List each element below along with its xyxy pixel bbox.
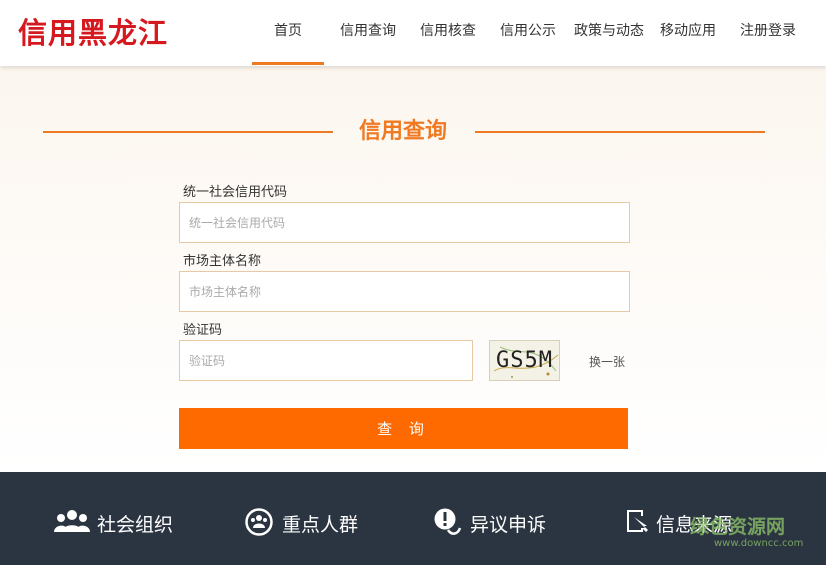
group-icon: [54, 510, 90, 532]
watermark-text: 绿色资源网: [690, 516, 786, 538]
credit-code-label: 统一社会信用代码: [183, 185, 288, 200]
footer-label: 社会组织: [97, 514, 174, 536]
watermark-url: www.downcc.com: [714, 538, 804, 549]
nav-item-credit-check[interactable]: 信用核查: [420, 20, 476, 40]
captcha-code: GS5M: [496, 348, 553, 373]
captcha-label: 验证码: [183, 323, 223, 338]
feedback-icon: [434, 508, 462, 535]
query-submit-button[interactable]: 查 询: [179, 408, 628, 449]
captcha-input[interactable]: [179, 340, 473, 381]
nav-item-mobile-apps[interactable]: 移动应用: [660, 20, 716, 40]
entity-name-input[interactable]: [179, 271, 630, 312]
site-header: 信用黑龙江 首页 信用查询 信用核查 信用公示 政策与动态 移动应用 注册登录: [0, 0, 826, 66]
nav-item-policy-news[interactable]: 政策与动态: [574, 20, 644, 40]
entity-name-label: 市场主体名称: [183, 254, 262, 269]
section-title: 信用查询: [358, 119, 447, 144]
nav-item-home[interactable]: 首页: [274, 20, 302, 40]
nav-item-credit-publicity[interactable]: 信用公示: [500, 20, 556, 40]
nav-item-credit-query[interactable]: 信用查询: [340, 20, 396, 40]
title-divider-left: [43, 131, 333, 133]
credit-code-input[interactable]: [179, 202, 630, 243]
site-logo[interactable]: 信用黑龙江: [18, 10, 168, 52]
refresh-captcha-link[interactable]: 换一张: [589, 353, 625, 370]
source-document-icon: [627, 510, 648, 532]
nav-item-register-login[interactable]: 注册登录: [740, 20, 796, 40]
people-circle-icon: [245, 508, 273, 536]
credit-query-section: 信用查询 统一社会信用代码 市场主体名称 验证码 GS5M 换一张 查 询: [0, 66, 826, 472]
footer-label: 重点人群: [282, 514, 359, 536]
title-divider-right: [475, 131, 765, 133]
active-nav-indicator: [252, 62, 324, 65]
captcha-image[interactable]: GS5M: [489, 340, 560, 381]
footer-label: 异议申诉: [470, 514, 547, 536]
